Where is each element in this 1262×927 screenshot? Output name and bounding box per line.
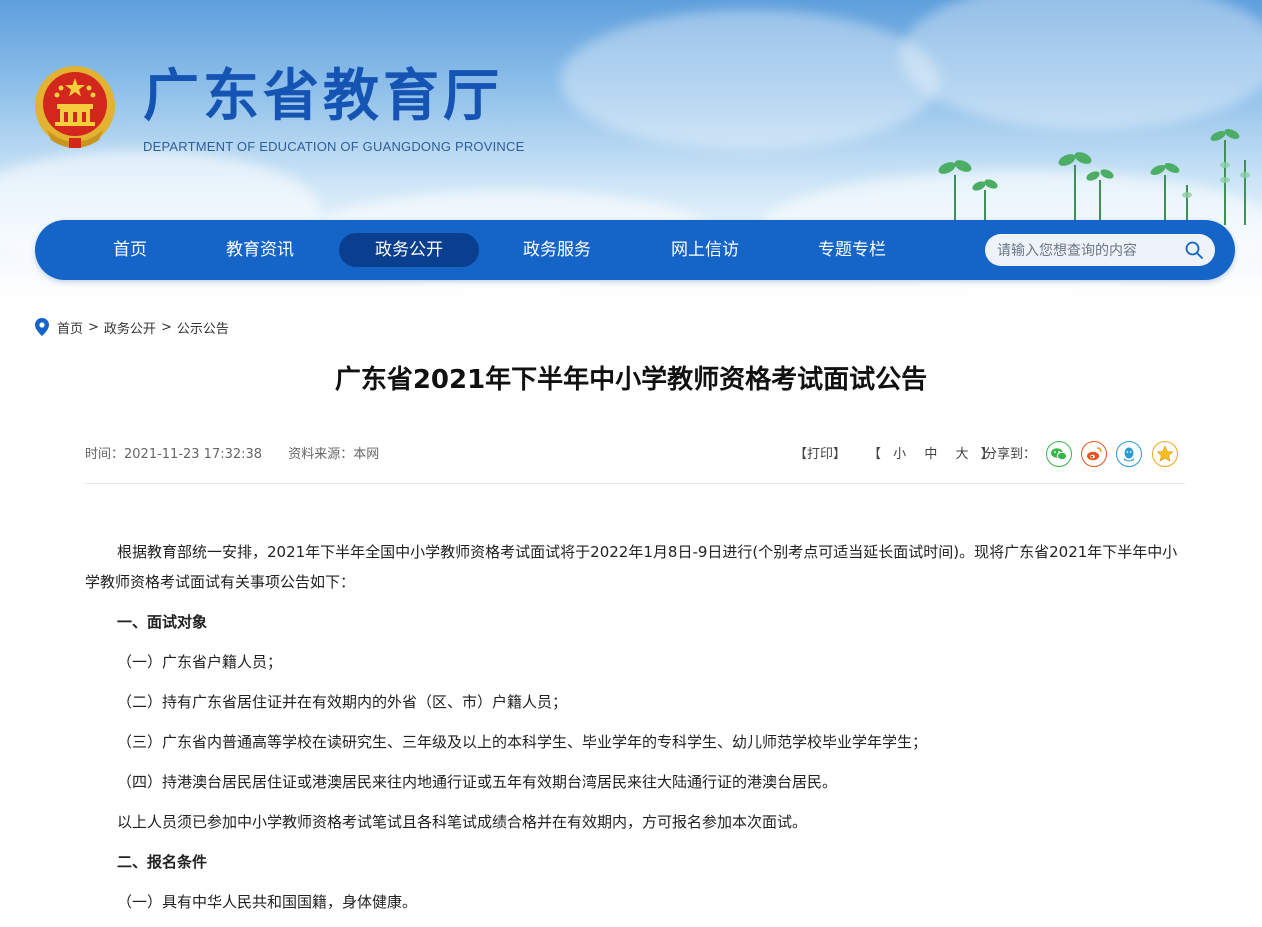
list-item: （一）广东省户籍人员；	[117, 653, 283, 671]
breadcrumb-separator: >	[88, 319, 99, 335]
main-nav: 首页 教育资讯 政务公开 政务服务 网上信访 专题专栏	[35, 220, 1235, 280]
article-title: 广东省2021年下半年中小学教师资格考试面试公告	[334, 365, 928, 395]
search-input[interactable]	[995, 238, 1179, 264]
national-emblem-icon	[35, 66, 115, 148]
font-size-switcher: 【 小 中 大 】	[868, 440, 995, 470]
cloud-decoration	[560, 10, 940, 150]
article-body: 根据教育部统一安排，2021年下半年全国中小学教师资格考试面试将于2022年1月…	[85, 537, 1185, 927]
seedlings-decoration	[938, 129, 1250, 225]
list-item: （一）具有中华人民共和国国籍，身体健康。	[117, 893, 418, 911]
font-size-bracket-open: 【	[868, 447, 883, 462]
article-meta: 时间：2021-11-23 17:32:38 资料来源：本网	[85, 446, 379, 464]
breadcrumb-separator: >	[160, 319, 172, 335]
meta-divider	[85, 483, 1185, 484]
nav-item-education-news[interactable]: 教育资讯	[190, 233, 330, 267]
share-label: 分享到：	[984, 447, 1037, 462]
breadcrumb-home[interactable]: 首页	[57, 318, 83, 337]
cloud-decoration	[900, 0, 1262, 130]
article-tools: 【打印】 【 小 中 大 】 分享到：	[790, 440, 1185, 470]
publish-time: 时间：2021-11-23 17:32:38	[85, 447, 263, 462]
share-wechat-button[interactable]	[1046, 441, 1072, 467]
nav-item-government-affairs[interactable]: 政务公开	[339, 233, 479, 267]
list-item: （二）持有广东省居住证并在有效期内的外省（区、市）户籍人员；	[117, 693, 568, 711]
nav-item-special-topics[interactable]: 专题专栏	[782, 233, 922, 267]
font-size-small[interactable]: 小	[893, 447, 907, 462]
search-box	[985, 234, 1215, 266]
weibo-icon	[1087, 447, 1102, 461]
site-title: 广东省教育厅	[143, 64, 503, 129]
breadcrumb: 首页 > 政务公开 > 公示公告	[35, 318, 229, 337]
location-pin-icon	[35, 318, 49, 336]
qq-icon	[1124, 447, 1134, 462]
intro-paragraph: 根据教育部统一安排，2021年下半年全国中小学教师资格考试面试将于2022年1月…	[85, 543, 1178, 591]
site-subtitle: DEPARTMENT OF EDUCATION OF GUANGDONG PRO…	[143, 139, 525, 154]
nav-item-online-petition[interactable]: 网上信访	[635, 233, 775, 267]
section-heading: 二、报名条件	[117, 853, 208, 871]
wechat-icon	[1051, 448, 1068, 461]
share-qzone-button[interactable]	[1152, 441, 1178, 467]
breadcrumb-government-affairs[interactable]: 政务公开	[104, 318, 156, 337]
nav-item-home[interactable]: 首页	[60, 233, 200, 267]
nav-item-government-services[interactable]: 政务服务	[487, 233, 627, 267]
section-heading: 一、面试对象	[117, 613, 208, 631]
note-paragraph: 以上人员须已参加中小学教师资格考试笔试且各科笔试成绩合格并在有效期内，方可报名参…	[117, 813, 808, 831]
list-item: （四）持港澳台居民居住证或港澳居民来往内地通行证或五年有效期台湾居民来往大陆通行…	[117, 773, 838, 791]
qzone-icon	[1156, 445, 1174, 462]
print-button[interactable]: 【打印】	[794, 440, 846, 470]
article-source: 资料来源：本网	[288, 447, 380, 462]
font-size-large[interactable]: 大	[955, 447, 969, 462]
share-qq-button[interactable]	[1116, 441, 1142, 467]
search-icon[interactable]	[1184, 240, 1204, 260]
breadcrumb-announcements[interactable]: 公示公告	[177, 318, 229, 337]
font-size-medium[interactable]: 中	[924, 447, 938, 462]
share-weibo-button[interactable]	[1081, 441, 1107, 467]
list-item: （三）广东省内普通高等学校在读研究生、三年级及以上的本科学生、毕业学年的专科学生…	[117, 733, 928, 751]
